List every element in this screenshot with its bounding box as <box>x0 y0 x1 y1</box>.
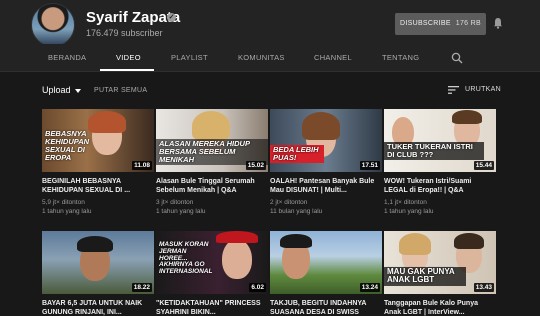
video-thumbnail[interactable]: 18.22 <box>42 231 154 294</box>
tab-komunitas[interactable]: KOMUNITAS <box>238 53 285 62</box>
video-views: 1,1 jt× ditonton <box>384 199 427 206</box>
upload-filter-dropdown[interactable]: Upload <box>42 85 81 95</box>
search-icon[interactable] <box>451 52 463 64</box>
video-duration: 6.02 <box>249 283 266 292</box>
video-title[interactable]: TAKJUB, BEGITU INDAHNYA SUASANA DESA DI … <box>270 299 382 316</box>
video-duration: 13.43 <box>473 283 494 292</box>
video-thumbnail[interactable]: TUKER TUKERAN ISTRI DI CLUB ??? 15.44 <box>384 109 496 172</box>
caret-down-icon <box>74 88 81 93</box>
video-card[interactable]: TUKER TUKERAN ISTRI DI CLUB ??? 15.44 WO… <box>384 109 496 217</box>
video-card[interactable]: 13.24 TAKJUB, BEGITU INDAHNYA SUASANA DE… <box>270 231 382 316</box>
video-thumbnail[interactable]: BEDA LEBIH PUAS! 17.51 <box>270 109 382 172</box>
video-duration: 18.22 <box>131 283 152 292</box>
upload-label: Upload <box>42 85 71 95</box>
thumbnail-caption: MASUK KORAN JERMAN HOREE... AKHIRNYA GO … <box>159 241 213 276</box>
thumbnail-caption: TUKER TUKERAN ISTRI DI CLUB ??? <box>384 142 484 160</box>
notification-bell-icon[interactable] <box>493 17 503 29</box>
video-card[interactable]: MAU GAK PUNYA ANAK LGBT 13.43 Tanggapan … <box>384 231 496 316</box>
active-tab-indicator <box>100 69 154 71</box>
video-title[interactable]: BEGINILAH BEBASNYA KEHIDUPAN SEXUAL DI .… <box>42 177 154 195</box>
video-thumbnail[interactable]: MAU GAK PUNYA ANAK LGBT 13.43 <box>384 231 496 294</box>
video-duration: 15.44 <box>473 161 494 170</box>
video-thumbnail[interactable]: 13.24 <box>270 231 382 294</box>
video-duration: 13.24 <box>359 283 380 292</box>
video-duration: 17.51 <box>359 161 380 170</box>
video-views: 2 jt× ditonton <box>270 199 308 206</box>
video-title[interactable]: BAYAR 6,5 JUTA UNTUK NAIK GUNUNG RINJANI… <box>42 299 154 316</box>
subscribe-count: 176 RB <box>455 20 481 27</box>
sort-button[interactable]: URUTKAN <box>465 86 501 93</box>
video-card[interactable]: ALASAN MEREKA HIDUP BERSAMA SEBELUM MENI… <box>156 109 268 217</box>
video-duration: 15.02 <box>245 161 266 170</box>
channel-avatar[interactable] <box>31 3 75 47</box>
tab-beranda[interactable]: BERANDA <box>48 53 86 62</box>
video-age: 1 tahun yang lalu <box>156 208 206 216</box>
thumbnail-caption: MAU GAK PUNYA ANAK LGBT <box>384 267 466 286</box>
video-duration: 11.08 <box>132 161 152 170</box>
video-age: 1 tahun yang lalu <box>384 208 434 216</box>
subscriber-count: 176.479 subscriber <box>86 28 163 38</box>
subscribe-label: DISUBSCRIBE <box>400 20 451 27</box>
video-age: 1 tahun yang lalu <box>42 208 92 216</box>
video-views: 5,9 jt× ditonton <box>42 199 85 206</box>
tab-video[interactable]: VIDEO <box>116 53 141 62</box>
verified-icon: ✓ <box>167 13 176 22</box>
video-views: 3 jt× ditonton <box>156 199 194 206</box>
sort-icon[interactable] <box>448 86 459 94</box>
video-card[interactable]: 18.22 BAYAR 6,5 JUTA UNTUK NAIK GUNUNG R… <box>42 231 154 316</box>
video-title[interactable]: Alasan Bule Tinggal Serumah Sebelum Meni… <box>156 177 268 195</box>
video-title[interactable]: Tanggapan Bule Kalo Punya Anak LGBT | In… <box>384 299 496 316</box>
thumbnail-caption: BEDA LEBIH PUAS! <box>270 145 324 163</box>
tab-tentang[interactable]: TENTANG <box>382 53 419 62</box>
video-title[interactable]: OALAH! Pantesan Banyak Bule Mau DISUNAT!… <box>270 177 382 195</box>
tab-channel[interactable]: CHANNEL <box>314 53 352 62</box>
tab-playlist[interactable]: PLAYLIST <box>171 53 208 62</box>
video-card[interactable]: MASUK KORAN JERMAN HOREE... AKHIRNYA GO … <box>156 231 268 316</box>
video-thumbnail[interactable]: ALASAN MEREKA HIDUP BERSAMA SEBELUM MENI… <box>156 109 268 172</box>
video-card[interactable]: BEDA LEBIH PUAS! 17.51 OALAH! Pantesan B… <box>270 109 382 217</box>
thumbnail-caption: BEBASNYA KEHIDUPAN SEXUAL DI EROPA <box>45 129 90 162</box>
video-thumbnail[interactable]: MASUK KORAN JERMAN HOREE... AKHIRNYA GO … <box>156 231 268 294</box>
video-thumbnail[interactable]: BEBASNYA KEHIDUPAN SEXUAL DI EROPA 11.08 <box>42 109 154 172</box>
video-title[interactable]: "KETIDAKTAHUAN" PRINCESS SYAHRINI BIKIN.… <box>156 299 268 316</box>
video-age: 11 bulan yang lalu <box>270 208 323 216</box>
subscribe-button[interactable]: DISUBSCRIBE 176 RB <box>395 13 486 35</box>
video-title[interactable]: WOW! Tukeran Istri/Suami LEGAL di Eropa!… <box>384 177 496 195</box>
play-all-button[interactable]: PUTAR SEMUA <box>94 87 147 94</box>
video-card[interactable]: BEBASNYA KEHIDUPAN SEXUAL DI EROPA 11.08… <box>42 109 154 217</box>
